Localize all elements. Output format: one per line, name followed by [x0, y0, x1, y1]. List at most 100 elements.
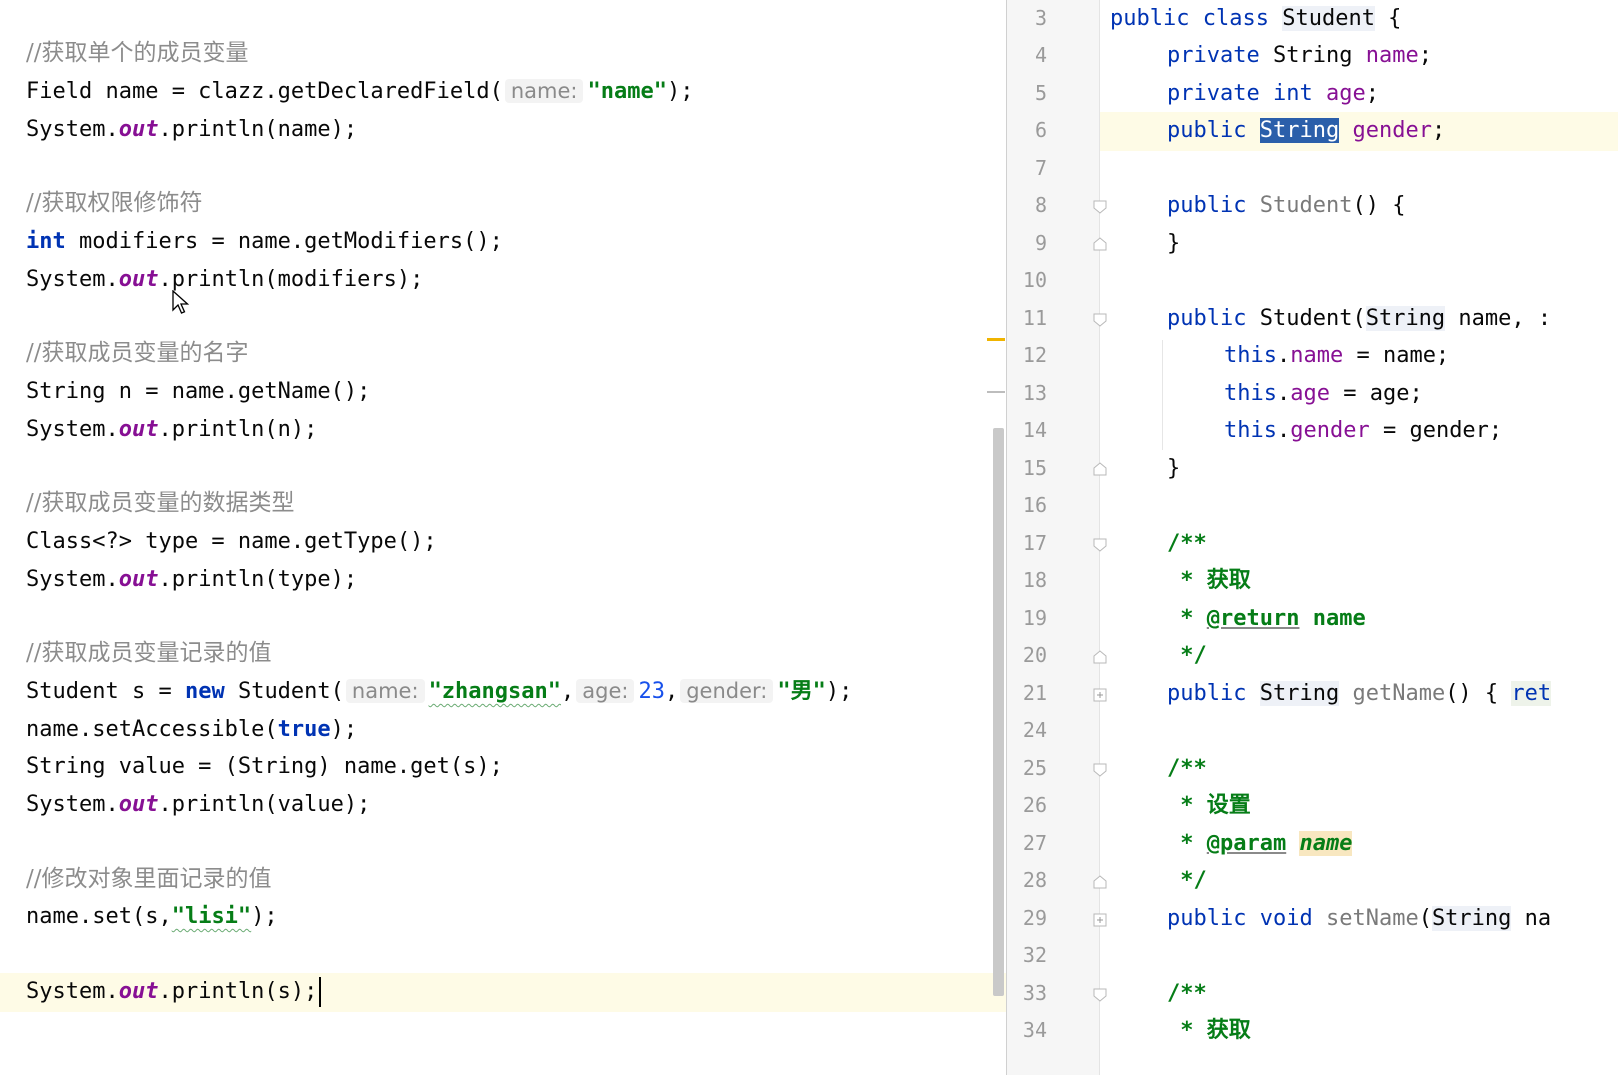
code-line[interactable]: public void setName(String na — [1167, 900, 1551, 937]
code-line[interactable]: public Student(String name, : — [1167, 300, 1551, 337]
javadoc-line[interactable]: /** — [1167, 525, 1207, 562]
line-number[interactable]: 17 — [1007, 525, 1047, 562]
line-number[interactable]: 6 — [1007, 112, 1047, 149]
code-line[interactable]: System.out.println(modifiers); — [26, 261, 423, 298]
line-number[interactable]: 8 — [1007, 187, 1047, 224]
code-line[interactable]: } — [1167, 225, 1180, 262]
javadoc-line[interactable]: */ — [1167, 637, 1207, 674]
line-number[interactable]: 26 — [1007, 787, 1047, 824]
line-number[interactable]: 11 — [1007, 300, 1047, 337]
javadoc-line[interactable]: */ — [1167, 862, 1207, 899]
fold-open-icon[interactable] — [1093, 200, 1107, 214]
code-line-current[interactable]: public String gender; — [1167, 112, 1445, 149]
code-line[interactable]: int modifiers = name.getModifiers(); — [26, 223, 503, 260]
line-number[interactable]: 10 — [1007, 262, 1047, 299]
line-number[interactable]: 24 — [1007, 712, 1047, 749]
javadoc-line[interactable]: /** — [1167, 750, 1207, 787]
code-line[interactable]: name.set(s,"lisi"); — [26, 898, 278, 935]
code-line[interactable]: System.out.println(name); — [26, 111, 357, 148]
javadoc-line[interactable]: * @param name — [1167, 825, 1353, 862]
line-number[interactable]: 34 — [1007, 1012, 1047, 1049]
line-number[interactable]: 4 — [1007, 37, 1047, 74]
code-text: * — [1167, 793, 1194, 818]
fold-open-icon[interactable] — [1093, 988, 1107, 1002]
javadoc-line[interactable]: /** — [1167, 975, 1207, 1012]
javadoc-text: name — [1312, 606, 1366, 631]
code-line[interactable]: System.out.println(n); — [26, 411, 317, 448]
right-editor-pane[interactable]: 3 4 5 6 7 8 9 10 11 12 13 14 15 16 17 18… — [1006, 0, 1618, 1075]
code-text: ); — [825, 679, 853, 704]
line-number[interactable]: 5 — [1007, 75, 1047, 112]
line-number[interactable]: 28 — [1007, 862, 1047, 899]
fold-collapsed-icon[interactable] — [1093, 688, 1107, 702]
line-number[interactable]: 15 — [1007, 450, 1047, 487]
warning-marker[interactable] — [987, 338, 1005, 341]
code-line[interactable]: this.gender = gender; — [1224, 412, 1502, 449]
line-number[interactable]: 19 — [1007, 600, 1047, 637]
keyword: this — [1224, 418, 1277, 443]
code-line[interactable]: this.age = age; — [1224, 375, 1423, 412]
fold-end-icon[interactable] — [1093, 237, 1107, 251]
line-number[interactable]: 7 — [1007, 150, 1047, 187]
javadoc-line[interactable]: * @return name — [1167, 600, 1366, 637]
code-text: na — [1511, 906, 1552, 931]
code-line[interactable]: Class<?> type = name.getType(); — [26, 523, 437, 560]
code-line[interactable]: String value = (String) name.get(s); — [26, 748, 503, 785]
param-hint: name: — [345, 679, 425, 703]
line-number[interactable]: 3 — [1007, 0, 1047, 37]
javadoc-text: 获取 — [1206, 1017, 1251, 1043]
code-line[interactable]: public String getName() { ret — [1167, 675, 1552, 712]
code-text: ); — [666, 79, 694, 104]
line-number[interactable]: 27 — [1007, 825, 1047, 862]
code-line[interactable]: } — [1167, 450, 1180, 487]
line-number[interactable]: 14 — [1007, 412, 1047, 449]
line-number[interactable]: 21 — [1007, 675, 1047, 712]
line-number[interactable]: 16 — [1007, 487, 1047, 524]
line-number[interactable]: 12 — [1007, 337, 1047, 374]
code-line[interactable]: System.out.println(type); — [26, 561, 357, 598]
javadoc-line[interactable]: * 设置 — [1167, 787, 1251, 824]
fold-end-icon[interactable] — [1093, 875, 1107, 889]
vertical-scrollbar[interactable] — [993, 428, 1004, 996]
fold-open-icon[interactable] — [1093, 538, 1107, 552]
line-number[interactable]: 25 — [1007, 750, 1047, 787]
left-editor-pane[interactable]: //获取单个的成员变量 Field name = clazz.getDeclar… — [0, 0, 1006, 1075]
line-number[interactable]: 13 — [1007, 375, 1047, 412]
code-line[interactable]: Student s = new Student(name: "zhangsan",… — [26, 673, 852, 710]
code-line[interactable]: name.setAccessible(true); — [26, 711, 357, 748]
static-field: out — [118, 979, 159, 1004]
code-line[interactable]: Field name = clazz.getDeclaredField(name… — [26, 73, 693, 110]
code-line[interactable]: public class Student { — [1110, 0, 1401, 37]
line-number[interactable]: 20 — [1007, 637, 1047, 674]
code-line[interactable]: String n = name.getName(); — [26, 373, 370, 410]
code-line[interactable]: public Student() { — [1167, 187, 1405, 224]
code-text: * — [1167, 831, 1194, 856]
type-name: String — [1259, 681, 1340, 706]
javadoc-param: name — [1299, 831, 1353, 856]
code-line[interactable]: private int age; — [1167, 75, 1379, 112]
fold-end-icon[interactable] — [1093, 462, 1107, 476]
keyword: private — [1167, 81, 1260, 106]
javadoc-tag: @return — [1206, 606, 1300, 631]
code-text: , — [561, 679, 575, 704]
fold-end-icon[interactable] — [1093, 650, 1107, 664]
string-literal: "lisi" — [171, 904, 252, 929]
fold-open-icon[interactable] — [1093, 763, 1107, 777]
javadoc-line[interactable]: * 获取 — [1167, 562, 1251, 599]
code-line-current[interactable]: System.out.println(s); — [26, 973, 322, 1010]
code-line[interactable]: System.out.println(value); — [26, 786, 370, 823]
scroll-marker[interactable] — [987, 391, 1005, 393]
line-number[interactable]: 9 — [1007, 225, 1047, 262]
javadoc-line[interactable]: * 获取 — [1167, 1012, 1251, 1049]
code-text: = name; — [1343, 343, 1450, 368]
fold-collapsed-icon[interactable] — [1093, 913, 1107, 927]
fold-open-icon[interactable] — [1093, 313, 1107, 327]
line-number[interactable]: 33 — [1007, 975, 1047, 1012]
line-number[interactable]: 29 — [1007, 900, 1047, 937]
code-line[interactable]: this.name = name; — [1224, 337, 1449, 374]
line-number[interactable]: 32 — [1007, 937, 1047, 974]
line-number[interactable]: 18 — [1007, 562, 1047, 599]
code-line[interactable]: private String name; — [1167, 37, 1432, 74]
keyword: int — [1272, 81, 1313, 106]
code-text: modifiers = name.getModifiers(); — [65, 229, 503, 254]
